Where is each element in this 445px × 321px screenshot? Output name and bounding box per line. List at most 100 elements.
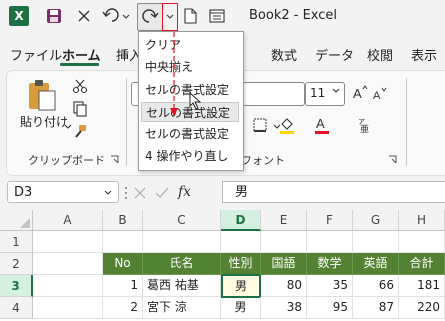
menu-formulas[interactable]: 数式 (271, 45, 297, 64)
table-header-total[interactable]: 合計 (399, 253, 445, 275)
paste-icon[interactable] (26, 78, 58, 112)
table-cell[interactable]: 2 (103, 297, 143, 319)
excel-logo-letter: X (9, 6, 29, 26)
column-header-a[interactable]: A (33, 210, 103, 231)
table-cell[interactable]: 35 (307, 275, 353, 297)
increase-font-icon[interactable]: A (352, 84, 368, 100)
table-header-name[interactable]: 氏名 (143, 253, 221, 275)
formula-input[interactable]: 男 (222, 181, 445, 203)
menu-view[interactable]: 表示 (411, 45, 437, 64)
svg-text:A: A (373, 90, 381, 102)
row-header-3[interactable]: 3 (0, 275, 33, 297)
font-color-swatch (315, 131, 329, 134)
fill-color-icon[interactable] (278, 115, 296, 135)
table-cell[interactable]: 男 (221, 297, 261, 319)
font-group-label: フォント (241, 154, 285, 167)
format-painter-icon[interactable] (72, 124, 88, 140)
insert-function-icon[interactable]: fx (178, 184, 191, 200)
chevron-down-icon[interactable] (64, 124, 72, 130)
table-cell[interactable]: 220 (399, 297, 445, 319)
table-cell[interactable]: 1 (103, 275, 143, 297)
excel-logo-icon: X (9, 5, 29, 27)
row-header-1[interactable]: 1 (0, 231, 33, 253)
table-cell[interactable] (399, 231, 445, 253)
table-header-no[interactable]: No (103, 253, 143, 275)
table-cell[interactable] (307, 231, 353, 253)
redo-history-item[interactable]: セルの書式設定 (141, 124, 239, 144)
menu-file[interactable]: ファイル (10, 45, 62, 64)
font-size-value: 11 (310, 86, 326, 100)
table-cell[interactable] (33, 275, 103, 297)
column-header-d[interactable]: D (221, 210, 261, 231)
table-cell[interactable]: 宮下 涼 (143, 297, 221, 319)
column-header-c[interactable]: C (143, 210, 221, 231)
column-header-f[interactable]: F (307, 210, 353, 231)
table-header-english[interactable]: 英語 (353, 253, 399, 275)
table-cell[interactable]: 181 (399, 275, 445, 297)
mouse-cursor-icon (189, 92, 202, 110)
table-cell[interactable]: 38 (261, 297, 307, 319)
dialog-launcher-icon[interactable] (110, 155, 119, 164)
table-cell[interactable]: 66 (353, 275, 399, 297)
table-cell[interactable] (103, 231, 143, 253)
ribbon-separator (126, 78, 127, 166)
chevron-down-icon (332, 88, 340, 94)
table-cell[interactable] (221, 231, 261, 253)
menu-data[interactable]: データ (315, 45, 354, 64)
table-cell[interactable]: 葛西 祐基 (143, 275, 221, 297)
table-header-gender[interactable]: 性別 (221, 253, 261, 275)
close-icon[interactable] (75, 5, 93, 27)
enter-check-icon[interactable] (155, 186, 169, 200)
guide-arrow-icon (170, 32, 178, 116)
table-cell[interactable] (33, 253, 103, 275)
name-box-value: D3 (14, 185, 33, 200)
active-cell[interactable]: 男 (221, 274, 261, 298)
more-icon[interactable] (124, 186, 128, 200)
clipboard-group-label: クリップボード (28, 154, 105, 167)
table-cell[interactable] (143, 231, 221, 253)
table-cell[interactable]: 87 (353, 297, 399, 319)
table-header-japanese[interactable]: 国語 (261, 253, 307, 275)
name-box[interactable]: D3 (7, 181, 119, 203)
redo-count-status: 4 操作やり直し (145, 149, 229, 163)
phonetic-icon[interactable]: ア亜 (357, 117, 373, 133)
menu-review[interactable]: 校閲 (367, 45, 393, 64)
row-header-4[interactable]: 4 (0, 297, 33, 319)
table-cell[interactable] (261, 231, 307, 253)
undo-icon[interactable] (101, 5, 131, 27)
paste-label[interactable]: 貼り付け (20, 113, 68, 130)
borders-icon[interactable] (252, 117, 268, 133)
column-header-h[interactable]: H (399, 210, 445, 231)
redo-history-item[interactable]: クリア (141, 35, 239, 55)
new-file-icon[interactable] (181, 5, 199, 27)
chevron-down-icon (104, 182, 112, 204)
redo-history-dropdown: クリア 中央揃え セルの書式設定 セルの書式設定 セルの書式設定 4 操作やり直… (138, 31, 244, 171)
menu-home[interactable]: ホーム (62, 45, 101, 64)
column-header-g[interactable]: G (353, 210, 399, 231)
svg-text:A: A (353, 86, 362, 100)
dialog-launcher-icon[interactable] (388, 155, 397, 164)
select-all-corner[interactable] (0, 210, 33, 231)
redo-history-item[interactable]: 中央揃え (141, 57, 239, 77)
svg-text:A: A (316, 116, 325, 131)
table-cell[interactable]: 80 (261, 275, 307, 297)
table-cell[interactable] (33, 231, 103, 253)
redo-dropdown-button[interactable] (162, 3, 178, 31)
table-cell[interactable] (33, 297, 103, 319)
active-tab-indicator (60, 63, 99, 66)
form-icon[interactable] (207, 5, 227, 27)
row-header-2[interactable]: 2 (0, 253, 33, 275)
table-cell[interactable]: 95 (307, 297, 353, 319)
redo-icon[interactable] (137, 3, 163, 31)
column-header-b[interactable]: B (103, 210, 143, 231)
table-cell[interactable] (353, 231, 399, 253)
decrease-font-icon[interactable]: A (372, 86, 388, 102)
copy-icon[interactable] (72, 101, 88, 117)
save-icon[interactable] (44, 5, 64, 27)
font-size-combo[interactable]: 11 (305, 82, 345, 106)
table-header-math[interactable]: 数学 (307, 253, 353, 275)
font-color-icon[interactable]: A (313, 115, 331, 135)
column-header-e[interactable]: E (261, 210, 307, 231)
cut-icon[interactable] (72, 78, 88, 94)
cancel-icon[interactable] (133, 186, 147, 200)
